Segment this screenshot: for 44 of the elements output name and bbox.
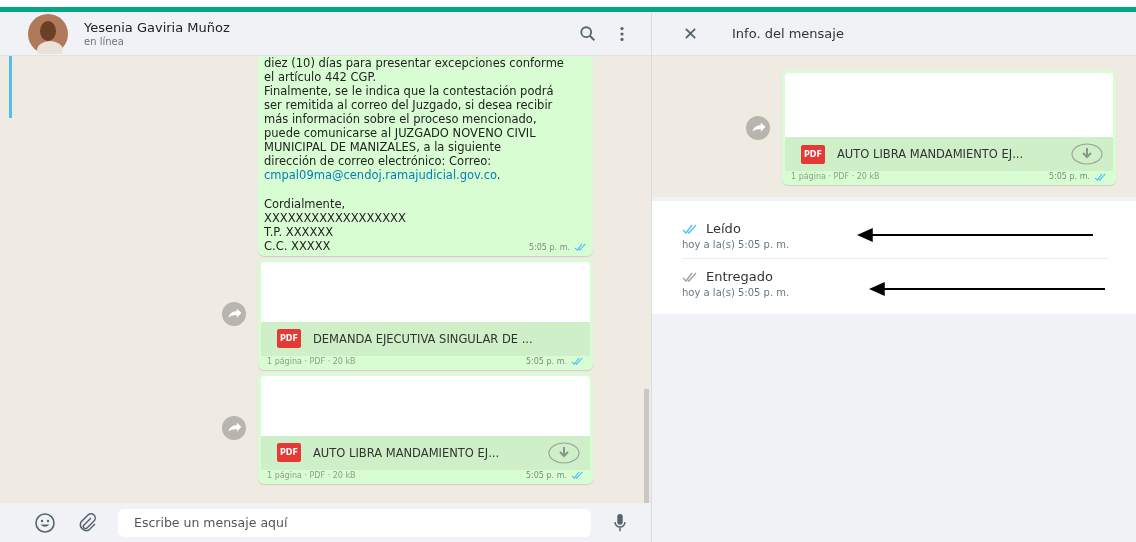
receipt-label: Leído	[706, 221, 741, 236]
microphone-icon[interactable]	[613, 512, 627, 533]
contact-status: en línea	[84, 36, 125, 47]
close-icon[interactable]	[684, 27, 697, 40]
message-text-line: MUNICIPAL DE MANIZALES, a la siguiente	[264, 140, 501, 154]
file-message-bubble[interactable]: PDF DEMANDA EJECUTIVA SINGULAR DE ... 1 página · PDF · 20 kB 5:05 p. m.	[258, 258, 593, 370]
file-details: 1 página · PDF · 20 kB	[791, 172, 880, 181]
emoji-icon[interactable]	[34, 511, 56, 534]
pdf-file-icon: PDF	[277, 443, 301, 462]
contact-avatar[interactable]	[28, 13, 68, 54]
message-text-line: diez (10) días para presentar excepciones conforme	[264, 56, 564, 70]
message-time: 5:05 p. m.	[526, 470, 567, 480]
file-details: 1 página · PDF · 20 kB	[267, 356, 356, 366]
message-text-line: ser remitida al correo del Juzgado, si desea recibir	[264, 98, 553, 112]
receipt-time: hoy a la(s) 5:05 p. m.	[682, 287, 790, 298]
message-text-line: .	[496, 168, 501, 182]
message-text-line: más información sobre el proceso mencionado,	[264, 112, 537, 126]
message-text-line: C.C. XXXXX	[264, 238, 331, 253]
file-message-bubble[interactable]: PDF AUTO LIBRA MANDAMIENTO EJ... 1 página · PDF · 20 kB 5:05 p. m.	[782, 70, 1116, 185]
message-input[interactable]: Escribe un mensaje aquí	[118, 508, 591, 537]
message-text-line: Finalmente, se le indica que la contestación podrá	[264, 84, 554, 98]
message-text-line: Cordialmente,	[264, 196, 346, 211]
file-details: 1 página · PDF · 20 kB	[267, 470, 356, 480]
message-text-line: T.P. XXXXXX	[264, 224, 334, 239]
search-icon[interactable]	[579, 24, 597, 43]
menu-icon[interactable]	[619, 24, 625, 43]
pdf-file-icon: PDF	[277, 329, 301, 348]
contact-name: Yesenia Gaviria Muñoz	[84, 20, 231, 35]
message-text-line: puede comunicarse al JUZGADO NOVENO CIVIL	[264, 126, 536, 140]
message-text-line: el artículo 442 CGP.	[264, 70, 377, 84]
message-time: 5:05 p. m.	[526, 356, 567, 366]
pdf-file-icon: PDF	[801, 144, 825, 164]
file-name: DEMANDA EJECUTIVA SINGULAR DE ...	[312, 331, 534, 346]
message-text-line: dirección de correo electrónico: Correo:	[264, 154, 492, 168]
message-time: 5:05 p. m.	[1049, 172, 1090, 181]
message-time: 5:05 p. m.	[529, 242, 570, 252]
panel-title: Info. del mensaje	[732, 26, 844, 41]
file-name: AUTO LIBRA MANDAMIENTO EJ...	[312, 445, 501, 460]
file-name: AUTO LIBRA MANDAMIENTO EJ...	[836, 147, 1025, 161]
receipt-label: Entregado	[706, 269, 774, 284]
receipt-time: hoy a la(s) 5:05 p. m.	[682, 239, 790, 250]
email-link[interactable]: cmpal09ma@cendoj.ramajudicial.gov.co	[264, 168, 497, 182]
file-message-bubble[interactable]: PDF AUTO LIBRA MANDAMIENTO EJ... 1 página · PDF · 20 kB 5:05 p. m.	[258, 372, 593, 484]
message-text-line: XXXXXXXXXXXXXXXXXX	[264, 210, 406, 225]
